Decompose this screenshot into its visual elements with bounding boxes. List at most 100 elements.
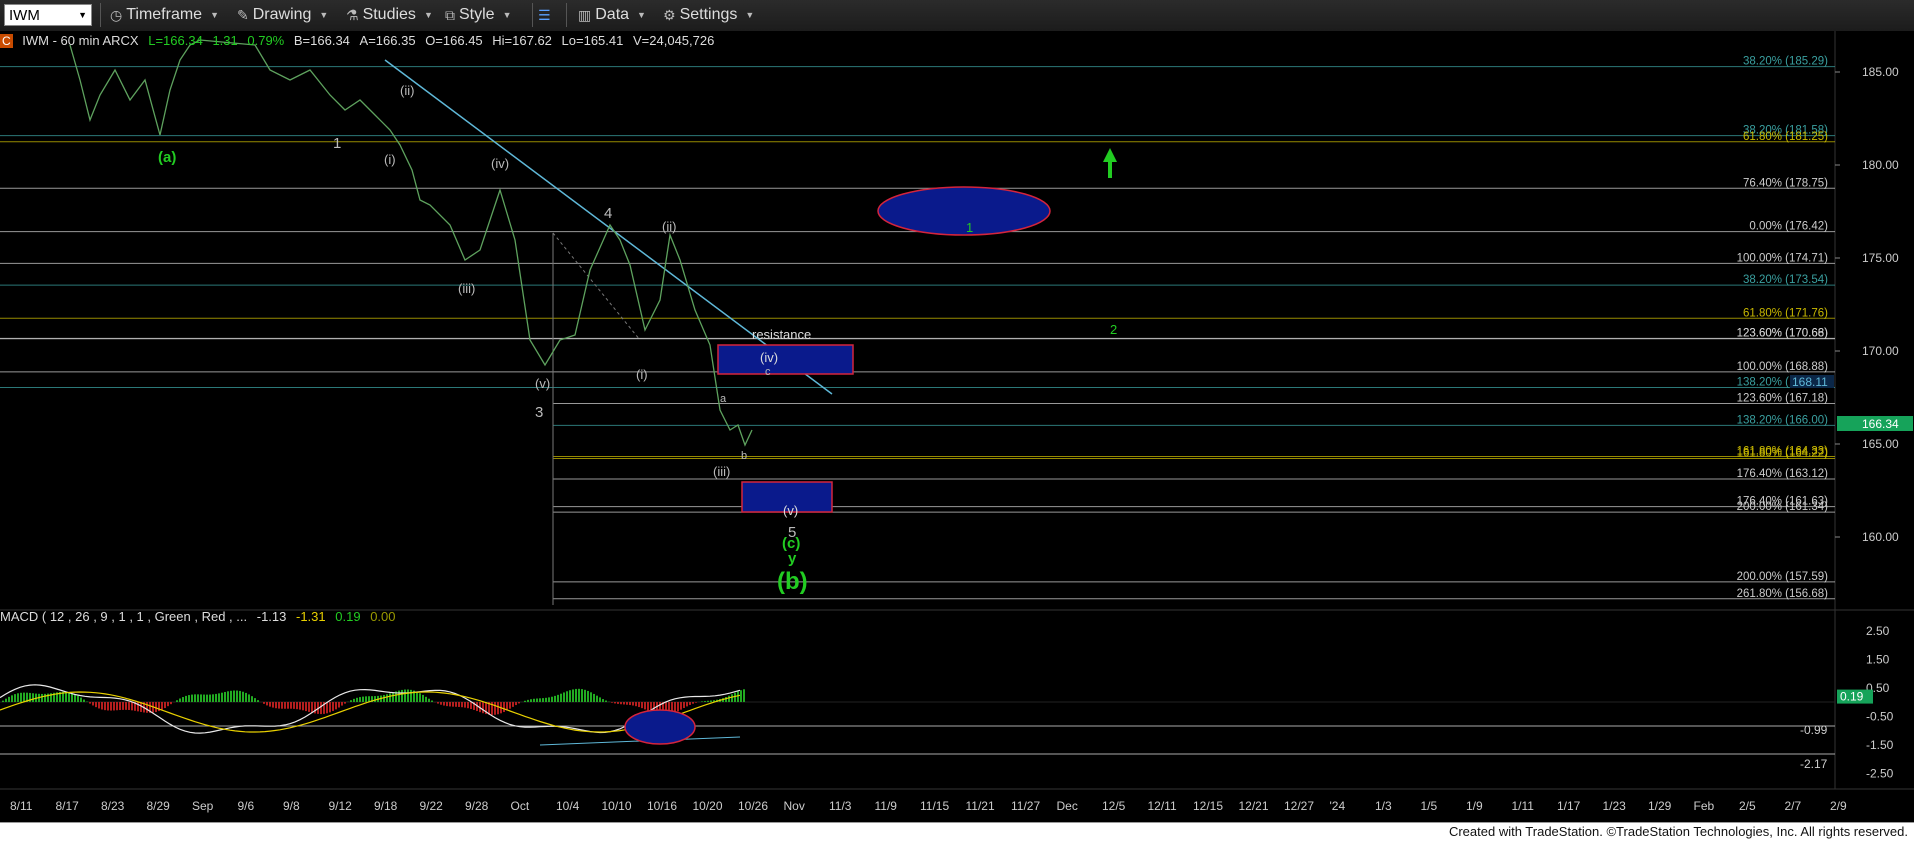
macd-histogram-bar — [551, 697, 553, 702]
timeframe-button[interactable]: ◷Timeframe▼ — [110, 4, 219, 26]
studies-button[interactable]: ⚗Studies▼ — [346, 4, 433, 26]
macd-axis-label: 2.50 — [1866, 624, 1890, 638]
macd-histogram-bar — [425, 697, 427, 702]
macd-histogram-bar — [386, 694, 388, 702]
time-axis-label: 8/29 — [147, 799, 171, 813]
macd-histogram-bar — [338, 702, 340, 708]
time-axis-label: Feb — [1694, 799, 1715, 813]
macd-histogram-bar — [110, 702, 112, 711]
drawing-button[interactable]: ✎Drawing▼ — [237, 4, 328, 26]
macd-histogram-bar — [728, 696, 730, 702]
macd-histogram-bar — [77, 696, 79, 702]
macd-histogram-bar — [293, 702, 295, 709]
macd-histogram-bar — [701, 701, 703, 702]
macd-histogram-bar — [350, 700, 352, 702]
macd-histogram-bar — [617, 702, 619, 704]
high-price: Hi=167.62 — [492, 33, 552, 48]
macd-histogram-bar — [131, 702, 133, 710]
wave-label: 4 — [604, 205, 612, 222]
settings-button[interactable]: ⚙Settings▼ — [663, 4, 754, 26]
toolbar: IWM▼ ◷Timeframe▼ ✎Drawing▼ ⚗Studies▼ ⧉St… — [0, 0, 1914, 32]
macd-histogram-bar — [257, 700, 259, 702]
macd-histogram-bar — [743, 689, 745, 702]
price-chart[interactable]: (a) 1 (ii) (i) (iv) (iii) (v) 3 4 (i) (i… — [0, 31, 1914, 822]
macd-histogram-bar — [593, 694, 595, 702]
macd-histogram-bar — [2, 701, 4, 702]
macd-histogram-bar — [68, 692, 70, 702]
macd-histogram-bar — [242, 692, 244, 702]
macd-histogram-bar — [233, 691, 235, 702]
macd-histogram-bar — [176, 700, 178, 702]
wave-1-target-ellipse — [878, 187, 1050, 235]
macd-histogram-bar — [530, 699, 532, 702]
macd-histogram-bar — [614, 702, 616, 703]
macd-histogram-bar — [461, 702, 463, 707]
macd-histogram-bar — [596, 696, 598, 702]
resistance-label: resistance — [752, 327, 811, 342]
footer: Created with TradeStation. ©TradeStation… — [0, 822, 1914, 841]
macd-histogram-bar — [536, 699, 538, 702]
macd-histogram-bar — [194, 694, 196, 702]
layout-button[interactable]: ☰ — [538, 4, 555, 26]
macd-histogram-bar — [509, 702, 511, 709]
macd-histogram-bar — [410, 690, 412, 702]
macd-histogram-bar — [263, 702, 265, 704]
chevron-down-icon: ▼ — [503, 10, 512, 20]
symbol-input[interactable]: IWM▼ — [4, 4, 92, 26]
time-axis-label: 8/17 — [56, 799, 80, 813]
macd-histogram-bar — [518, 702, 520, 703]
time-axis-label: 11/9 — [875, 799, 898, 813]
wave-label: (iv) — [760, 350, 778, 365]
time-axis-label: 11/15 — [920, 799, 949, 813]
chevron-down-icon: ▼ — [424, 10, 433, 20]
wave-label: c — [765, 366, 771, 378]
data-button[interactable]: ▥Data▼ — [578, 4, 646, 26]
resistance-box — [718, 345, 853, 374]
time-axis-label: '24 — [1330, 799, 1346, 813]
macd-histogram-bar — [443, 702, 445, 706]
chevron-down-icon: ▼ — [319, 10, 328, 20]
macd-histogram-bar — [446, 702, 448, 706]
price-axis-label: 170.00 — [1862, 344, 1899, 358]
macd-histogram-bar — [677, 702, 679, 711]
time-axis-label: 10/26 — [738, 799, 768, 813]
toolbar-separator — [100, 3, 101, 27]
style-button[interactable]: ⧉Style▼ — [445, 4, 512, 26]
macd-histogram-bar — [11, 695, 13, 702]
macd-histogram-bar — [203, 695, 205, 702]
macd-histogram-bar — [569, 690, 571, 702]
macd-histogram-bar — [329, 702, 331, 712]
macd-histogram-bar — [275, 702, 277, 708]
wave-label: y — [788, 550, 797, 567]
macd-histogram-bar — [587, 691, 589, 702]
macd-histogram-bar — [623, 702, 625, 704]
time-axis-label: 9/8 — [283, 799, 300, 813]
wave-label: (ii) — [662, 219, 676, 234]
macd-histogram-bar — [107, 702, 109, 710]
time-axis-label: 10/10 — [602, 799, 632, 813]
time-axis-label: Oct — [511, 799, 530, 813]
macd-histogram-bar — [533, 699, 535, 702]
macd-histogram-bar — [146, 702, 148, 713]
macd-histogram-bar — [167, 702, 169, 706]
wave-label: b — [741, 450, 747, 462]
macd-histogram-bar — [383, 695, 385, 702]
macd-histogram-bar — [575, 689, 577, 702]
macd-histogram-bar — [689, 702, 691, 705]
wave-label: (i) — [636, 367, 648, 382]
macd-histogram-bar — [680, 702, 682, 710]
macd-histogram-bar — [254, 698, 256, 702]
timeframe-label: Timeframe — [126, 6, 202, 24]
macd-histogram-bar — [44, 694, 46, 702]
macd-histogram-bar — [563, 692, 565, 702]
time-axis-label: 9/12 — [329, 799, 353, 813]
macd-histogram-bar — [179, 698, 181, 702]
wave-label: (b) — [777, 568, 808, 595]
macd-axis-label: 1.50 — [1866, 652, 1890, 666]
macd-histogram-bar — [320, 702, 322, 714]
macd-histogram-bar — [83, 700, 85, 702]
macd-histogram-bar — [737, 691, 739, 702]
time-axis-label: 10/20 — [693, 799, 723, 813]
fib-level-label: 138.20% (166.00) — [1737, 414, 1829, 426]
macd-histogram-bar — [200, 694, 202, 702]
